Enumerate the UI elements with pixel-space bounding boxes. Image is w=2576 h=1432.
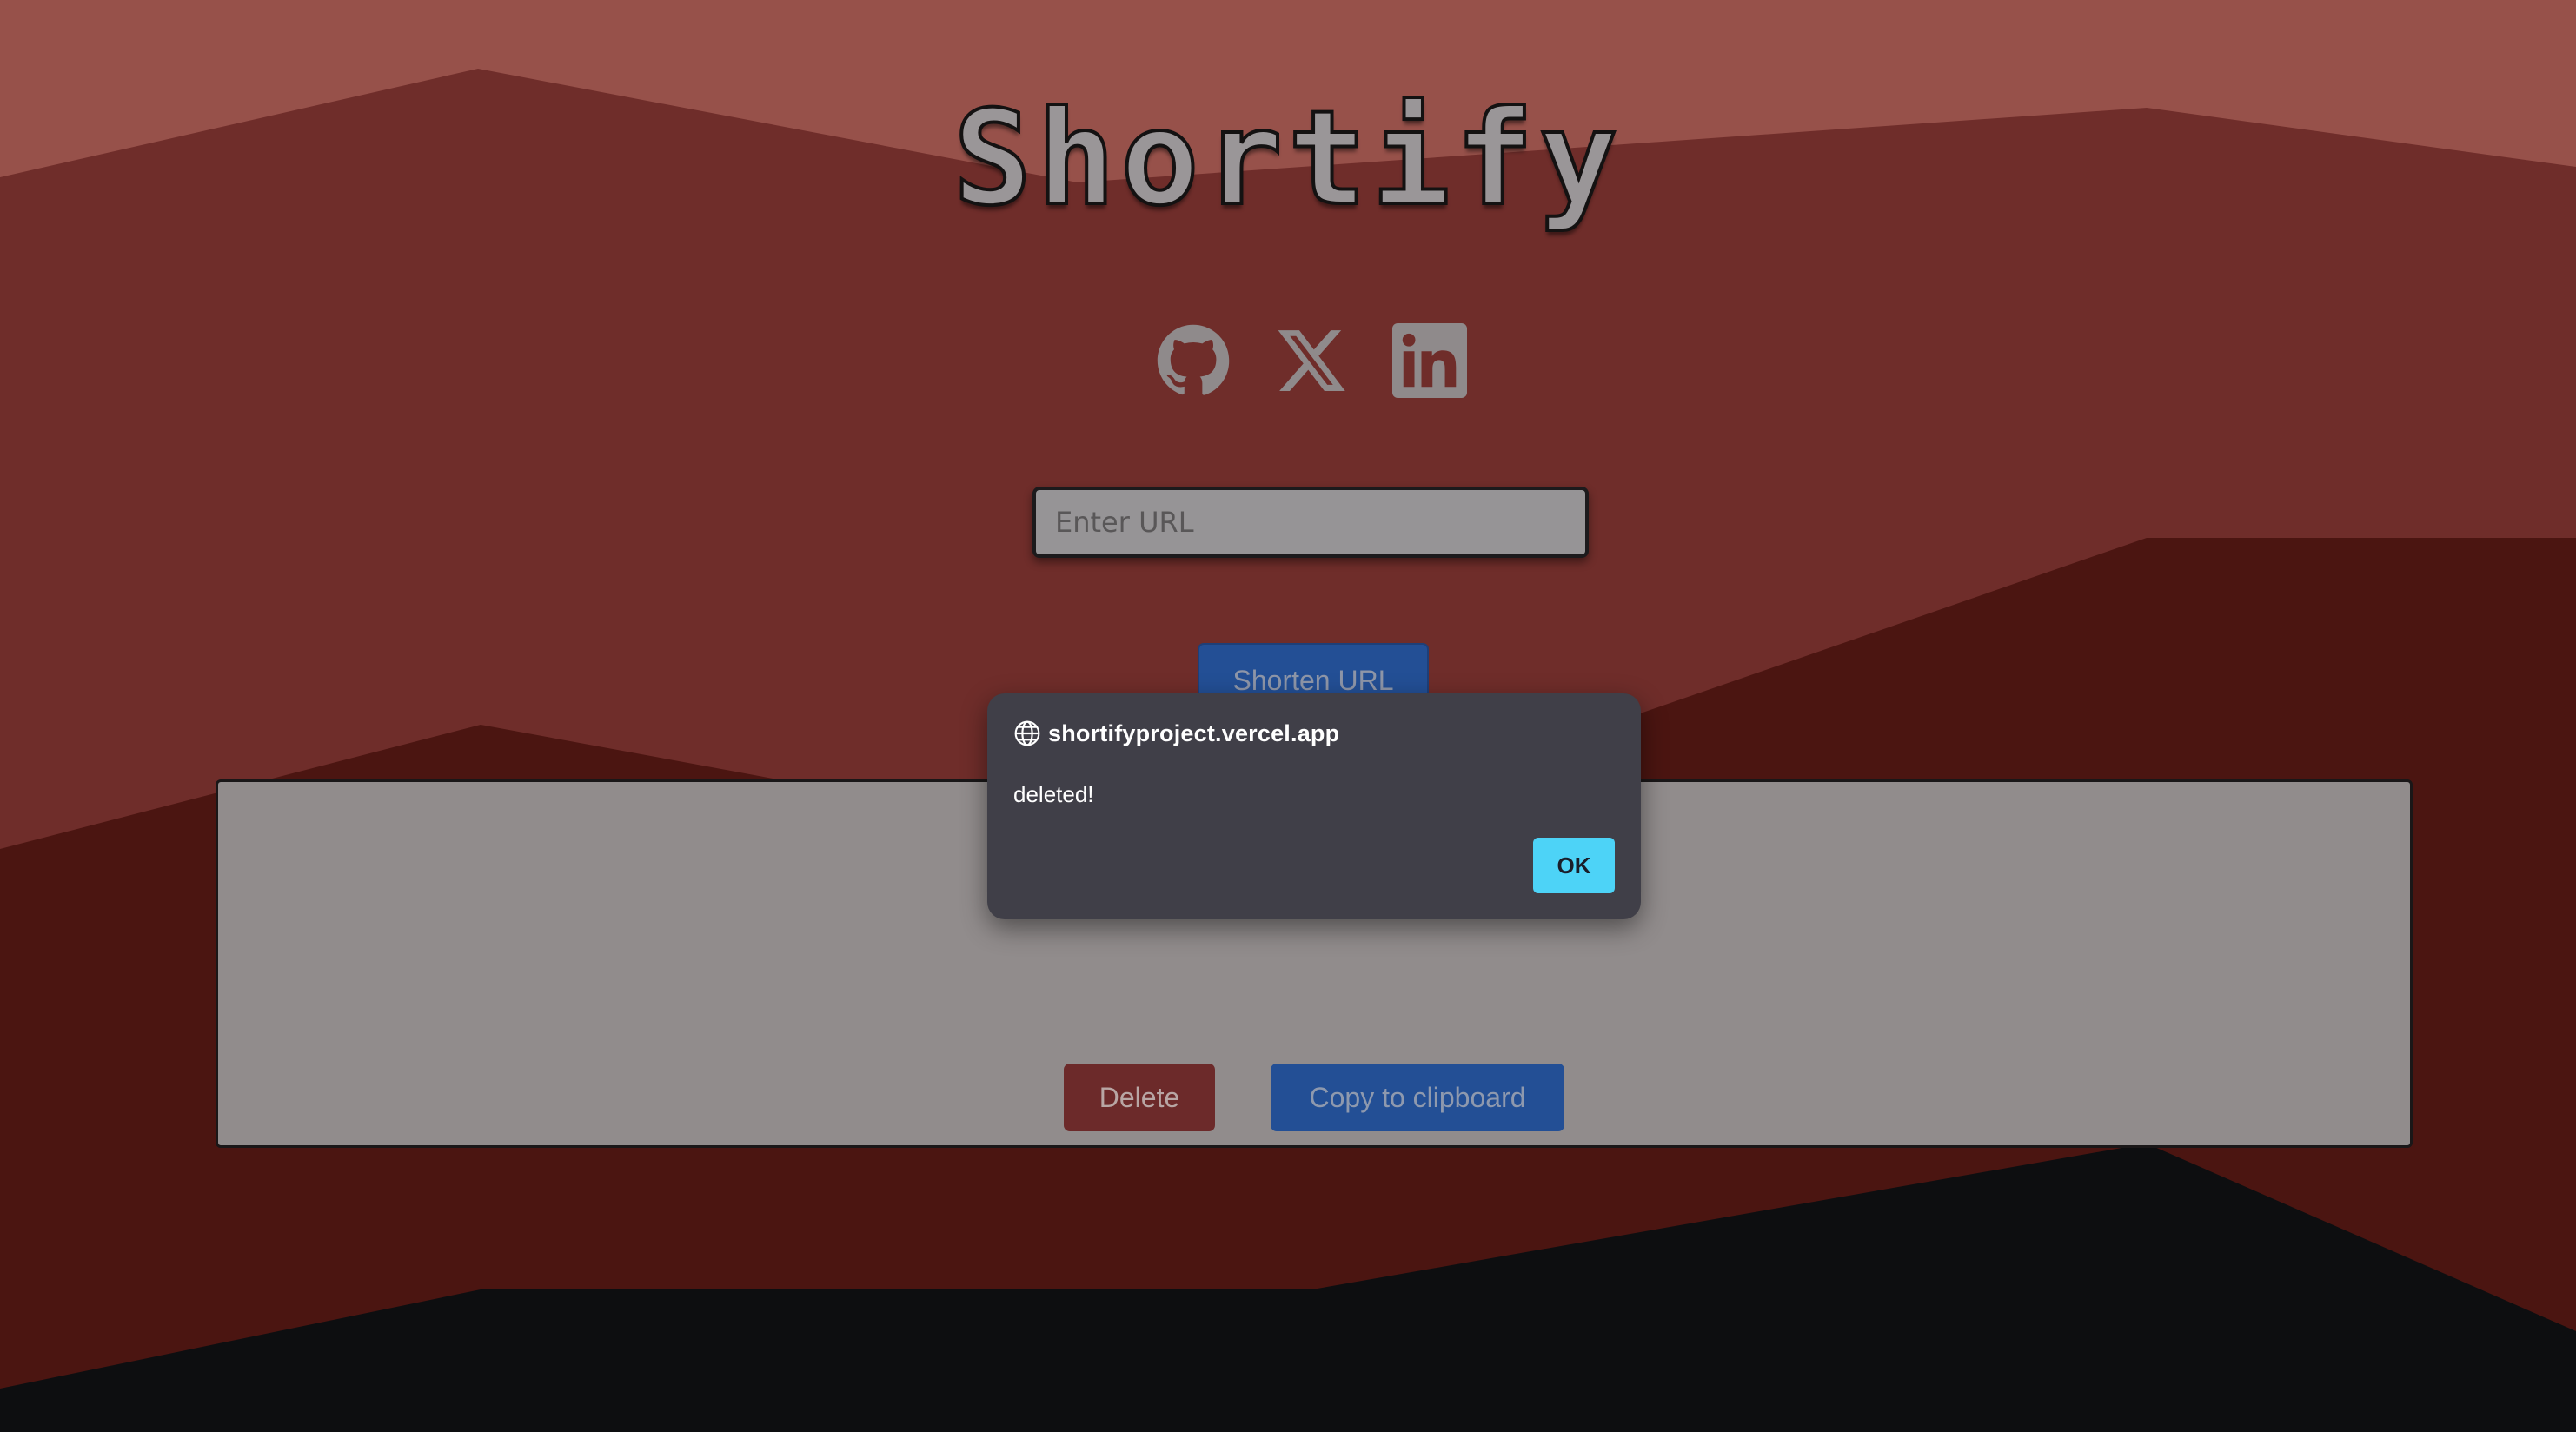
- github-icon: [1157, 324, 1230, 395]
- linkedin-link[interactable]: [1392, 323, 1467, 398]
- dialog-origin: shortifyproject.vercel.app: [1013, 719, 1339, 747]
- social-links: [1156, 323, 1469, 398]
- ok-button[interactable]: OK: [1533, 838, 1615, 893]
- delete-button[interactable]: Delete: [1064, 1064, 1215, 1131]
- linkedin-icon: [1392, 323, 1467, 398]
- dialog-message: deleted!: [1013, 781, 1094, 807]
- copy-to-clipboard-button[interactable]: Copy to clipboard: [1271, 1064, 1564, 1131]
- github-link[interactable]: [1156, 323, 1231, 398]
- url-input[interactable]: [1032, 487, 1589, 558]
- dialog-origin-label: shortifyproject.vercel.app: [1048, 719, 1340, 746]
- x-link[interactable]: [1274, 323, 1349, 398]
- alert-dialog: shortifyproject.vercel.app deleted! OK: [987, 693, 1641, 919]
- x-icon: [1278, 330, 1345, 391]
- globe-icon: [1014, 720, 1040, 746]
- app-title: Shortify: [952, 83, 1623, 235]
